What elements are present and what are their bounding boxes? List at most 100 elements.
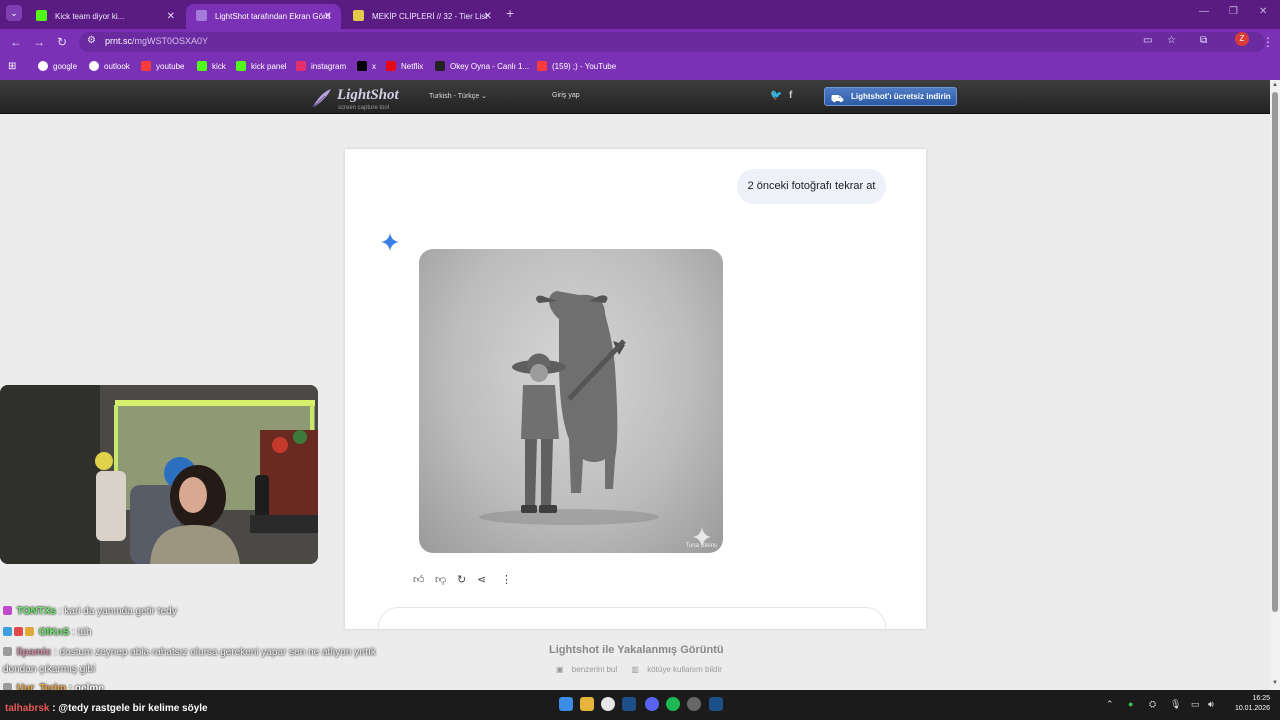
apps-icon[interactable]: ⊞ [8, 61, 16, 72]
star-icon[interactable]: ☆ [1167, 35, 1176, 46]
file-explorer-icon[interactable] [580, 697, 594, 711]
bookmark-outlook[interactable]: outlook [89, 61, 130, 71]
status-dot-icon[interactable]: ● [1128, 699, 1133, 709]
bookmark-okey[interactable]: Okey Oyna - Canlı 1... [435, 61, 529, 71]
reload-icon[interactable]: ↻ [57, 35, 67, 49]
screenshot-image[interactable]: 2 önceki fotoğrafı tekrar at Tuna Sleins… [345, 149, 926, 629]
restore-icon[interactable]: ❐ [1229, 6, 1238, 17]
steam-tray-icon[interactable]: ⛭ [1149, 699, 1156, 710]
cast-icon[interactable]: ▭ [1143, 35, 1152, 46]
close-icon[interactable]: ✕ [167, 4, 175, 29]
download-button[interactable]: ⛟ Lightshot'ı ücretsiz indirin [824, 87, 957, 106]
bookmark-label: Okey Oyna - Canlı 1... [450, 62, 530, 71]
feather-icon [312, 89, 331, 108]
netflix-icon [386, 61, 396, 71]
bookmark-x[interactable]: x [357, 61, 376, 71]
find-similar-link[interactable]: ▣ benzerini bul [556, 665, 623, 674]
scroll-up-icon[interactable]: ▲ [1272, 82, 1278, 88]
steam-icon[interactable] [622, 697, 636, 711]
forward-icon[interactable]: → [33, 35, 45, 49]
bookmark-google[interactable]: google [38, 61, 77, 71]
tab-title: Kick team diyor ki... [55, 12, 125, 21]
chat-username[interactable]: TONTXs [17, 606, 56, 617]
bookmark-label: instagram [311, 62, 347, 71]
report-abuse-link[interactable]: ▥ kötüye kullanım bildir [631, 665, 728, 674]
youtube-icon [141, 61, 151, 71]
chat-text: dondan çıkarmış gibi [3, 664, 96, 675]
gift-badge-icon [14, 627, 23, 636]
bookmark-youtube-2[interactable]: (159) ;) - YouTube [537, 61, 616, 71]
webcam-overlay [0, 385, 318, 564]
close-icon[interactable]: ✕ [324, 4, 332, 29]
tab-mekip[interactable]: MEKİP CLİPLERİ // 32 - Tier List ✕ [343, 4, 501, 29]
tab-kick[interactable]: Kick team diyor ki... ✕ [26, 4, 184, 29]
facebook-icon[interactable]: f [789, 90, 792, 101]
tray-chevron-icon[interactable]: ⌃ [1106, 699, 1114, 710]
minimize-icon[interactable]: — [1199, 6, 1209, 17]
taskbar-clock[interactable]: 16:25 10.01.2026 [1226, 694, 1270, 714]
network-icon[interactable]: ▭ [1191, 699, 1200, 710]
scroll-thumb[interactable] [1272, 92, 1278, 612]
image-watermark: Tuna Sleins [685, 543, 717, 549]
prompt-input-bar [378, 607, 886, 629]
image-links: ▣ benzerini bul ▥ kötüye kullanım bildir [556, 665, 734, 674]
bookmark-kick[interactable]: kick [197, 61, 226, 71]
bookmark-netflix[interactable]: Netflix [386, 61, 423, 71]
clock-time: 16:25 [1252, 695, 1270, 702]
back-icon[interactable]: ← [10, 35, 22, 49]
webcam-feed [0, 385, 318, 564]
tab-title: LightShot tarafından Ekran Görü [215, 12, 331, 21]
share-icon[interactable]: ⋖ [477, 573, 486, 586]
chat-username[interactable]: lipamic [17, 647, 51, 658]
language-label: Turkish - Türkçe [429, 93, 480, 100]
generated-image[interactable]: Tuna Sleins [419, 249, 723, 553]
twitter-icon[interactable]: 🐦 [770, 90, 782, 101]
tab-lightshot[interactable]: LightShot tarafından Ekran Görü ✕ [186, 4, 341, 29]
find-similar-label: benzerini bul [571, 665, 618, 674]
login-link[interactable]: Giriş yap [552, 92, 580, 99]
more-icon[interactable]: ⋮ [501, 573, 512, 586]
close-icon[interactable]: ✕ [484, 4, 492, 29]
scroll-down-icon[interactable]: ▼ [1272, 680, 1278, 686]
new-tab-button[interactable]: + [506, 5, 514, 21]
kick-icon [36, 10, 47, 21]
spotify-icon[interactable] [666, 697, 680, 711]
tab-title: MEKİP CLİPLERİ // 32 - Tier List [372, 12, 488, 21]
chrome-icon[interactable] [601, 697, 615, 711]
bookmarks-bar: ⊞ google outlook youtube kick kick panel… [0, 55, 1280, 80]
discord-icon[interactable] [645, 697, 659, 711]
bookmark-instagram[interactable]: instagram [296, 61, 346, 71]
bookmark-youtube[interactable]: youtube [141, 61, 184, 71]
report-abuse-label: kötüye kullanım bildir [647, 665, 722, 674]
kick-icon [197, 61, 207, 71]
microphone-icon[interactable]: 🎙︎ [1170, 699, 1181, 710]
profile-avatar[interactable]: Z [1235, 32, 1249, 46]
sub-badge-icon [3, 647, 12, 656]
thumbs-up-icon[interactable]: 👍︎ [413, 573, 425, 586]
regenerate-icon[interactable]: ↻ [457, 573, 466, 586]
window-close-icon[interactable]: ✕ [1259, 6, 1267, 17]
chat-message-continued: dondan çıkarmış gibi [3, 664, 95, 675]
language-select[interactable]: Turkish - Türkçe ⌄ [429, 92, 487, 100]
outlook-icon [89, 61, 99, 71]
bookmark-label: kick [212, 62, 226, 71]
extensions-icon[interactable]: ⧉ [1200, 35, 1207, 46]
bookmark-kick-panel[interactable]: kick panel [236, 61, 287, 71]
google-icon [38, 61, 48, 71]
site-info-icon[interactable]: ⚙ [87, 35, 96, 46]
chat-message: TONTXs : kari da yanında getir tedy [3, 606, 177, 617]
chat-username[interactable]: OlKnS [39, 627, 70, 638]
chat-message: lipamic : dostum zeynep abla rahatsız ol… [3, 647, 376, 658]
start-icon[interactable] [559, 697, 573, 711]
menu-icon[interactable]: ⋮ [1262, 35, 1274, 49]
instagram-icon [296, 61, 306, 71]
steam-icon[interactable] [709, 697, 723, 711]
volume-icon[interactable]: 🔊︎ [1208, 699, 1214, 710]
chat-username[interactable]: talhabrsk [5, 703, 49, 714]
page-scrollbar[interactable]: ▲ ▼ [1270, 80, 1280, 690]
obs-icon[interactable] [687, 697, 701, 711]
chat-text: : @tedy rastgele bir kelime söyle [52, 703, 208, 714]
url-bar[interactable]: ⚙ prnt.sc/mgWST0OSXA0Y ▭ ☆ ⧉ [79, 32, 1265, 52]
thumbs-down-icon[interactable]: 👎︎ [435, 573, 446, 586]
tab-search-button[interactable]: ⌄ [6, 5, 22, 21]
